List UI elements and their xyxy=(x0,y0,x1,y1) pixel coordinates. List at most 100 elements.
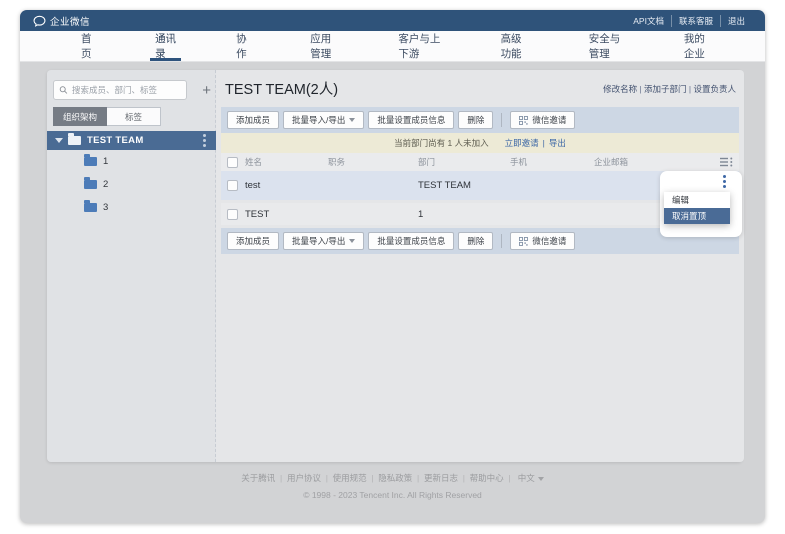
row-action-popover: 编辑 取消置顶 xyxy=(660,171,742,237)
batch-import-export-button[interactable]: 批量导入/导出 xyxy=(283,232,364,250)
tree-expand-caret-icon[interactable] xyxy=(55,138,63,143)
top-bar: 企业微信 API文档 联系客服 退出 xyxy=(20,10,765,31)
title-row: TEST TEAM(2人) 修改名称 添加子部门 设置负责人 xyxy=(216,70,744,107)
footer-links: 关于腾讯 用户协议 使用规范 隐私政策 更新日志 帮助中心 中文 xyxy=(20,472,765,484)
footer-language-selector[interactable]: 中文 xyxy=(504,472,544,484)
folder-icon xyxy=(84,180,97,189)
org-tree: TEST TEAM 1 2 3 xyxy=(47,131,216,219)
folder-icon xyxy=(84,157,97,166)
app-logo-label: 企业微信 xyxy=(50,14,90,28)
footer-privacy-policy[interactable]: 隐私政策 xyxy=(367,472,413,484)
folder-icon xyxy=(84,203,97,212)
page-footer: 关于腾讯 用户协议 使用规范 隐私政策 更新日志 帮助中心 中文 © 1998 … xyxy=(20,472,765,500)
cell-name: test xyxy=(245,180,328,191)
col-title: 职务 xyxy=(328,156,418,168)
footer-about-tencent[interactable]: 关于腾讯 xyxy=(241,472,275,484)
notice-text: 当前部门尚有 1 人未加入 xyxy=(394,137,488,149)
nav-tab-my-company[interactable]: 我的企业 xyxy=(677,31,719,61)
row-checkbox[interactable] xyxy=(227,180,238,191)
nav-tab-app-management[interactable]: 应用管理 xyxy=(303,31,345,61)
wechat-invite-label: 微信邀请 xyxy=(532,235,566,247)
add-member-button[interactable]: 添加成员 xyxy=(227,111,279,129)
batch-import-export-label: 批量导入/导出 xyxy=(292,235,345,247)
batch-import-export-label: 批量导入/导出 xyxy=(292,114,345,126)
folder-icon xyxy=(68,136,81,145)
contacts-sidebar: + 组织架构 标签 TEST TEAM 1 2 xyxy=(47,70,216,462)
nav-tab-contacts[interactable]: 通讯录 xyxy=(148,31,183,61)
footer-usage-rules[interactable]: 使用规范 xyxy=(321,472,367,484)
col-department: 部门 xyxy=(418,156,510,168)
nav-tab-collaboration[interactable]: 协作 xyxy=(229,31,257,61)
pending-join-notice: 当前部门尚有 1 人未加入 立即邀请 | 导出 xyxy=(221,133,739,153)
tree-child-1[interactable]: 1 xyxy=(47,150,216,173)
logout-link[interactable]: 退出 xyxy=(720,15,752,27)
sidebar-tabs: 组织架构 标签 xyxy=(53,107,161,126)
main-card: + 组织架构 标签 TEST TEAM 1 2 xyxy=(47,70,742,462)
tree-child-label: 1 xyxy=(103,156,108,167)
wechat-invite-button[interactable]: 微信邀请 xyxy=(510,232,575,250)
footer-help-center[interactable]: 帮助中心 xyxy=(458,472,504,484)
chevron-down-icon xyxy=(538,477,544,481)
delete-button[interactable]: 删除 xyxy=(458,111,493,129)
batch-import-export-button[interactable]: 批量导入/导出 xyxy=(283,111,364,129)
column-settings-icon[interactable] xyxy=(720,157,733,167)
search-input[interactable] xyxy=(72,85,181,95)
copyright-text: © 1998 - 2023 Tencent Inc. All Rights Re… xyxy=(20,490,765,500)
page-title: TEST TEAM(2人) xyxy=(225,78,338,99)
row-more-actions-icon[interactable] xyxy=(723,180,726,183)
tree-child-label: 2 xyxy=(103,179,108,190)
nav-tab-advanced[interactable]: 高级功能 xyxy=(494,31,536,61)
cell-department: TEST TEAM xyxy=(418,180,510,191)
wechat-invite-label: 微信邀请 xyxy=(532,114,566,126)
tab-labels[interactable]: 标签 xyxy=(107,107,161,126)
nav-tab-customers[interactable]: 客户与上下游 xyxy=(391,31,447,61)
chevron-down-icon xyxy=(349,118,355,122)
add-subdepartment-link[interactable]: 添加子部门 xyxy=(637,83,686,95)
row-checkbox[interactable] xyxy=(227,209,238,220)
cell-department: 1 xyxy=(418,209,510,220)
nav-tab-home[interactable]: 首页 xyxy=(74,31,102,61)
member-toolbar-top: 添加成员 批量导入/导出 批量设置成员信息 删除 微信邀请 xyxy=(221,107,739,133)
cell-name: TEST xyxy=(245,209,328,220)
select-all-checkbox[interactable] xyxy=(227,157,238,168)
sidebar-search-row: + xyxy=(53,80,211,100)
department-content: TEST TEAM(2人) 修改名称 添加子部门 设置负责人 添加成员 批量导入… xyxy=(216,70,744,462)
set-leader-link[interactable]: 设置负责人 xyxy=(687,83,736,95)
chevron-down-icon xyxy=(349,239,355,243)
app-logo[interactable]: 企业微信 xyxy=(33,14,90,28)
batch-set-member-info-button[interactable]: 批量设置成员信息 xyxy=(368,111,454,129)
tree-root-label: TEST TEAM xyxy=(87,135,144,146)
tree-child-label: 3 xyxy=(103,202,108,213)
menu-item-edit[interactable]: 编辑 xyxy=(664,192,730,208)
footer-user-agreement[interactable]: 用户协议 xyxy=(275,472,321,484)
nav-tab-security[interactable]: 安全与管理 xyxy=(582,31,631,61)
chat-bubble-icon xyxy=(33,15,46,27)
footer-language-label: 中文 xyxy=(518,473,535,483)
invite-now-link[interactable]: 立即邀请 xyxy=(505,137,539,149)
batch-set-member-info-button[interactable]: 批量设置成员信息 xyxy=(368,232,454,250)
tree-child-3[interactable]: 3 xyxy=(47,196,216,219)
menu-item-unpin[interactable]: 取消置顶 xyxy=(664,208,730,224)
footer-changelog[interactable]: 更新日志 xyxy=(412,472,458,484)
delete-button[interactable]: 删除 xyxy=(458,232,493,250)
col-name: 姓名 xyxy=(245,156,328,168)
add-department-button[interactable]: + xyxy=(202,83,211,98)
toolbar-divider xyxy=(501,113,502,127)
row-context-menu: 编辑 取消置顶 xyxy=(664,192,730,224)
tree-root-more-icon[interactable] xyxy=(203,139,206,142)
tab-org-structure[interactable]: 组织架构 xyxy=(53,107,107,126)
wechat-invite-button[interactable]: 微信邀请 xyxy=(510,111,575,129)
search-icon xyxy=(59,85,68,95)
rename-department-link[interactable]: 修改名称 xyxy=(603,83,637,95)
table-header: 姓名 职务 部门 手机 企业邮箱 xyxy=(221,153,739,171)
tree-root-test-team[interactable]: TEST TEAM xyxy=(47,131,216,150)
contact-support-link[interactable]: 联系客服 xyxy=(671,15,720,27)
toolbar-divider xyxy=(501,234,502,248)
add-member-button[interactable]: 添加成员 xyxy=(227,232,279,250)
app-window: 企业微信 API文档 联系客服 退出 首页 通讯录 协作 应用管理 客户与上下游… xyxy=(20,10,765,523)
search-box[interactable] xyxy=(53,80,187,100)
col-mobile: 手机 xyxy=(510,156,594,168)
export-link[interactable]: 导出 xyxy=(549,137,566,149)
api-docs-link[interactable]: API文档 xyxy=(626,15,671,27)
tree-child-2[interactable]: 2 xyxy=(47,173,216,196)
